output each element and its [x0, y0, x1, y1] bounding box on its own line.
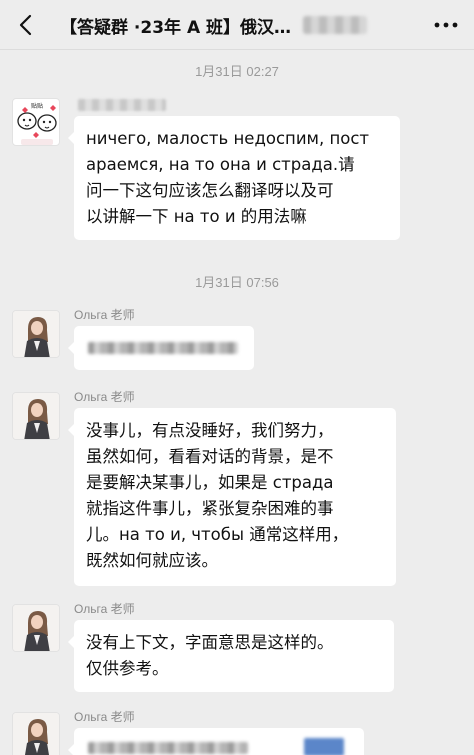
- person-photo-icon: [13, 605, 59, 651]
- chat-title-area[interactable]: 【答疑群 ·23年 A 班】俄汉…: [60, 12, 410, 38]
- message-bubble[interactable]: 没事儿，有点没睡好，我们努力， 虽然如何，看看对话的背景，是不 是要解决某事儿，…: [68, 408, 396, 586]
- redacted-title-part: [303, 16, 368, 34]
- teacher-avatar[interactable]: [12, 310, 60, 358]
- teacher-avatar[interactable]: [12, 392, 60, 440]
- teacher-avatar[interactable]: [12, 712, 60, 755]
- timestamp: 1月31日 02:27: [195, 64, 279, 79]
- message-line: 既然如何就应该。: [86, 551, 218, 570]
- person-photo-icon: [13, 311, 59, 357]
- redacted-link-icon: [304, 738, 344, 755]
- message-bubble[interactable]: [68, 728, 364, 755]
- message-line: 没有上下文，字面意思是这样的。: [86, 633, 334, 652]
- redacted-sender-name: [78, 99, 166, 111]
- sticker-text: 贴贴: [31, 102, 43, 110]
- message-line: 就指这件事儿，紧张复杂困难的事: [86, 499, 334, 518]
- message-line: 没事儿，有点没睡好，我们努力，: [86, 421, 334, 440]
- sticker-avatar[interactable]: 贴贴: [12, 98, 60, 146]
- chat-title: 【答疑群 ·23年 A 班】俄汉…: [60, 17, 292, 38]
- message-bubble[interactable]: [68, 326, 254, 370]
- message-line: 以讲解一下 на то и 的用法嘛: [86, 207, 307, 226]
- redacted-message-text: [88, 342, 238, 354]
- message-line: ничего, малость недоспим, пост: [86, 129, 370, 148]
- message-line: 问一下这句应该怎么翻译呀以及可: [86, 181, 334, 200]
- sender-name: Ольга 老师: [74, 390, 135, 404]
- message-line: араемся, на то она и страда.请: [86, 155, 355, 174]
- more-dots-icon[interactable]: [432, 12, 460, 38]
- redacted-message-text: [88, 742, 248, 754]
- message-bubble[interactable]: ничего, малость недоспим, пост араемся, …: [68, 116, 400, 240]
- message-line: 儿。на то и, чтобы 通常这样用，: [86, 525, 349, 544]
- chat-header: 【答疑群 ·23年 A 班】俄汉…: [0, 0, 474, 50]
- chevron-left-icon[interactable]: [14, 12, 40, 38]
- sender-name: Ольга 老师: [74, 308, 135, 322]
- person-photo-icon: [13, 713, 59, 755]
- message-line: 仅供参考。: [86, 659, 169, 678]
- kiss-sticker-icon: 贴贴: [17, 102, 57, 145]
- sender-name: Ольга 老师: [74, 602, 135, 616]
- message-line: 是要解决某事儿，如果是 страда: [86, 473, 334, 492]
- timestamp: 1月31日 07:56: [195, 275, 279, 290]
- message-line: 虽然如何，看看对话的背景，是不: [86, 447, 334, 466]
- message-bubble[interactable]: 没有上下文，字面意思是这样的。 仅供参考。: [68, 620, 394, 692]
- teacher-avatar[interactable]: [12, 604, 60, 652]
- person-photo-icon: [13, 393, 59, 439]
- sender-name: Ольга 老师: [74, 710, 135, 724]
